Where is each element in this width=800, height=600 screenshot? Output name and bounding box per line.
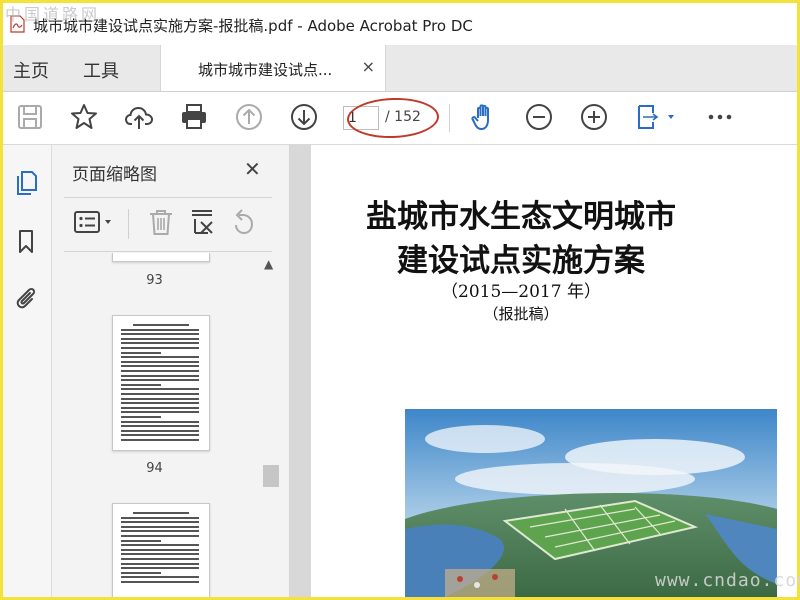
- thumbnail-text-line: [121, 535, 199, 537]
- star-icon[interactable]: [69, 102, 99, 132]
- thumbnail-text-line: [121, 388, 199, 391]
- thumbnail-text-line: [121, 420, 199, 423]
- document-note: （报批稿）: [483, 305, 559, 323]
- document-subtitle: （2015—2017 年）: [441, 282, 601, 302]
- page-thumbnail-93[interactable]: [112, 253, 210, 262]
- tab-tools[interactable]: 工具: [83, 57, 119, 83]
- thumbnail-list: 93 94: [52, 253, 257, 597]
- thumbnail-text-line: [121, 411, 199, 414]
- tab-document-label: 城市城市建设试点...: [198, 61, 333, 79]
- fit-page-icon[interactable]: [635, 102, 679, 132]
- thumbnail-text-line: [121, 530, 199, 533]
- panel-divider-2: [64, 251, 272, 252]
- thumbnail-text-line: [121, 383, 161, 386]
- print-icon[interactable]: [179, 102, 209, 132]
- bookmark-icon[interactable]: [13, 228, 39, 254]
- tab-document[interactable]: 城市城市建设试点... ×: [160, 45, 386, 91]
- extract-page-icon[interactable]: [188, 207, 218, 237]
- thumbnail-label-93: 93: [146, 273, 163, 288]
- page-thumbnail-94[interactable]: [112, 315, 210, 451]
- thumbnail-text-line: [121, 581, 199, 583]
- delete-page-icon[interactable]: [146, 207, 176, 237]
- thumbnail-text-line: [121, 333, 199, 336]
- thumbnail-text-line: [121, 347, 199, 349]
- thumbnail-text-line: [121, 365, 199, 368]
- thumbnail-text-line: [121, 567, 199, 570]
- thumbnail-text-line: [121, 397, 199, 400]
- panel-title: 页面缩略图: [72, 165, 157, 185]
- thumbnail-text-line: [121, 356, 199, 359]
- zoom-out-icon[interactable]: [524, 102, 554, 132]
- page-down-icon[interactable]: [289, 102, 319, 132]
- panel-divider: [64, 197, 272, 198]
- thumbnail-text-line: [121, 576, 199, 579]
- page-thumbnail-95[interactable]: [112, 503, 210, 597]
- thumbnail-text-line: [121, 360, 199, 363]
- watermark-bottom: www.cndao.com: [655, 570, 800, 591]
- thumbnail-text-line: [121, 425, 199, 428]
- thumbnail-text-line: [121, 374, 199, 377]
- thumbnail-text-line: [133, 512, 189, 514]
- close-panel-icon[interactable]: ✕: [244, 157, 261, 181]
- document-title-line1: 盐城市水生态文明城市: [366, 199, 676, 235]
- document-view: 盐城市水生态文明城市 建设试点实施方案 （2015—2017 年） （报批稿）: [290, 145, 797, 597]
- cloud-upload-icon[interactable]: [124, 102, 154, 132]
- thumbnail-text-line: [121, 406, 199, 409]
- thumbnail-text-line: [121, 379, 199, 382]
- thumbnail-text-line: [121, 342, 199, 345]
- thumbnail-text-line: [121, 393, 199, 395]
- zoom-in-icon[interactable]: [579, 102, 609, 132]
- aerial-photo: [405, 409, 777, 597]
- page-up-icon[interactable]: [234, 102, 264, 132]
- save-icon[interactable]: [15, 102, 45, 132]
- thumbnail-text-line: [121, 571, 161, 574]
- thumbnail-text-line: [121, 516, 199, 519]
- more-icon[interactable]: [705, 102, 735, 132]
- thumbnail-label-94: 94: [146, 461, 163, 476]
- document-title-line2: 建设试点实施方案: [397, 243, 645, 279]
- attachment-icon[interactable]: [13, 285, 39, 311]
- thumbnail-text-line: [121, 553, 199, 556]
- tab-bar: 主页 工具 城市城市建设试点... ×: [3, 45, 797, 92]
- thumbnail-text-line: [121, 328, 199, 331]
- thumbnail-text-line: [121, 439, 199, 441]
- app-window: 城市城市建设试点实施方案-报批稿.pdf - Adobe Acrobat Pro…: [0, 0, 800, 600]
- thumbnail-text-line: [121, 558, 199, 560]
- thumbnail-options-icon[interactable]: [72, 207, 116, 237]
- toolbar: 1 / 152: [3, 92, 797, 145]
- thumbnail-text-line: [121, 539, 161, 542]
- watermark-top: 中国道路网: [5, 5, 101, 24]
- tab-home[interactable]: 主页: [13, 57, 49, 83]
- annotation-oval: [346, 96, 440, 140]
- thumbnail-text-line: [121, 402, 199, 405]
- thumbnail-text-line: [121, 434, 199, 437]
- thumbnail-text-line: [121, 562, 199, 565]
- thumbnail-text-line: [121, 351, 161, 354]
- thumbnail-text-line: [121, 548, 199, 551]
- panel-separator: [128, 209, 129, 239]
- thumbnail-text-line: [121, 416, 161, 418]
- left-rail: [3, 145, 52, 597]
- thumbnail-text-line: [121, 525, 199, 528]
- scroll-thumb[interactable]: [263, 465, 279, 487]
- thumbnail-text-line: [121, 544, 199, 547]
- toolbar-separator: [449, 104, 450, 132]
- close-tab-icon[interactable]: ×: [362, 57, 375, 76]
- thumbnail-text-line: [121, 429, 199, 432]
- thumbnail-text-line: [121, 370, 199, 372]
- document-page: 盐城市水生态文明城市 建设试点实施方案 （2015—2017 年） （报批稿）: [311, 145, 797, 597]
- title-bar: 城市城市建设试点实施方案-报批稿.pdf - Adobe Acrobat Pro…: [3, 3, 797, 45]
- thumbnail-text-line: [133, 324, 189, 326]
- thumbnail-text-line: [121, 521, 199, 524]
- thumbnail-text-line: [121, 337, 199, 340]
- hand-tool-icon[interactable]: [469, 102, 499, 132]
- page-thumbnails-icon[interactable]: [13, 169, 39, 195]
